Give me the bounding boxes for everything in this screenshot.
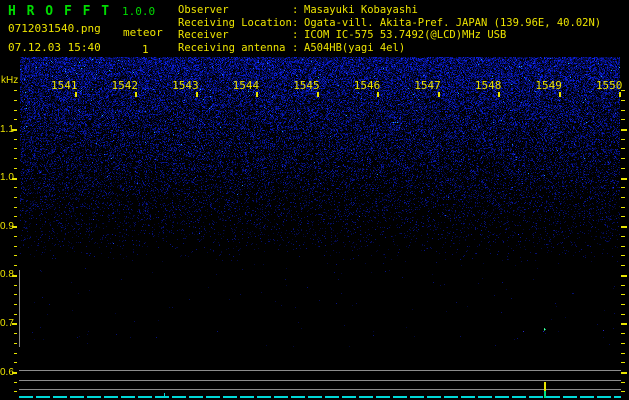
freq-minor-tick [14,265,17,266]
level-reference-line [19,389,621,390]
freq-minor-tick [621,333,625,334]
freq-minor-tick [621,110,625,111]
meteor-level-spike-top [544,382,546,391]
freq-minor-tick [14,246,17,247]
spectrogram-plot: kHz 1541 1542 1543 1544 1545 1546 1547 1548 1549… [0,0,629,400]
freq-minor-tick [14,187,17,188]
freq-axis-unit: kHz [1,75,19,86]
freq-minor-tick [14,362,17,363]
freq-minor-tick [621,119,625,120]
minute-tick [558,92,561,97]
minute-tick [135,92,138,97]
freq-minor-tick [621,168,625,169]
freq-minor-tick [14,100,17,101]
freq-minor-tick [14,168,17,169]
freq-major-tick [621,226,627,228]
time-tick-label: 1541 [51,79,78,92]
freq-major-tick [12,323,17,325]
level-reference-line [19,380,621,381]
time-tick-label: 1542 [111,79,139,92]
signal-level-baseline [19,396,621,398]
freq-minor-tick [621,362,625,363]
freq-minor-tick [621,139,625,140]
freq-major-tick [621,275,627,277]
time-tick-label: 1543 [172,79,199,92]
freq-minor-tick [14,285,17,286]
freq-minor-tick [14,255,17,256]
freq-minor-tick [621,197,625,198]
time-tick-label: 1544 [232,79,260,92]
minute-tick [74,92,77,97]
minute-tick [498,92,501,97]
freq-minor-tick [14,343,17,344]
signal-level-blip [164,393,165,397]
freq-minor-tick [621,148,625,149]
freq-minor-tick [14,119,17,120]
meteor-level-spike-bottom [544,391,546,398]
freq-minor-tick [621,255,625,256]
freq-minor-tick [621,158,625,159]
freq-minor-tick [621,391,625,392]
time-tick-label: 1548 [474,79,502,92]
freq-minor-tick [14,216,17,217]
freq-minor-tick [14,314,17,315]
freq-minor-tick [14,90,17,91]
hrofft-output-window: H R O F F T 1.0.0 0712031540.png meteor … [0,0,629,400]
freq-minor-tick [14,294,17,295]
time-tick-label: 1545 [293,79,320,92]
freq-minor-tick [621,187,625,188]
freq-major-tick [12,275,17,277]
freq-minor-tick [621,265,625,266]
freq-minor-tick [621,285,625,286]
minute-tick [437,92,440,97]
freq-minor-tick [14,110,17,111]
freq-minor-tick [621,294,625,295]
spectrogram-noise-canvas [20,57,620,347]
freq-minor-tick [14,139,17,140]
level-scale-line [19,270,20,347]
freq-minor-tick [621,236,625,237]
freq-minor-tick [14,333,17,334]
freq-minor-tick [14,158,17,159]
minute-tick [195,92,198,97]
freq-minor-tick [14,207,17,208]
freq-minor-tick [621,353,625,354]
minute-tick [377,92,380,97]
freq-minor-tick [621,207,625,208]
minute-tick [316,92,319,97]
freq-major-tick [621,372,627,374]
time-tick-label: 1546 [353,79,381,92]
time-tick-label: 1549 [535,79,562,92]
freq-minor-tick [621,382,625,383]
freq-minor-tick [14,236,17,237]
freq-minor-tick [621,246,625,247]
freq-minor-tick [621,90,625,91]
freq-minor-tick [621,314,625,315]
freq-minor-tick [621,343,625,344]
freq-major-tick [621,178,627,180]
freq-minor-tick [14,382,17,383]
freq-minor-tick [14,353,17,354]
freq-minor-tick [14,391,17,392]
freq-minor-tick [14,197,17,198]
freq-major-tick [12,129,17,131]
level-reference-line [19,370,621,371]
time-tick-label: 1547 [414,79,441,92]
minute-tick [256,92,259,97]
freq-major-tick [621,129,627,131]
freq-minor-tick [14,304,17,305]
freq-major-tick [621,323,627,325]
freq-major-tick [12,178,17,180]
freq-major-tick [12,372,17,374]
freq-minor-tick [621,216,625,217]
freq-minor-tick [621,100,625,101]
freq-major-tick [12,226,17,228]
freq-minor-tick [621,304,625,305]
time-tick-label: 1550 [595,79,623,92]
minute-tick [619,92,622,97]
freq-minor-tick [14,148,17,149]
